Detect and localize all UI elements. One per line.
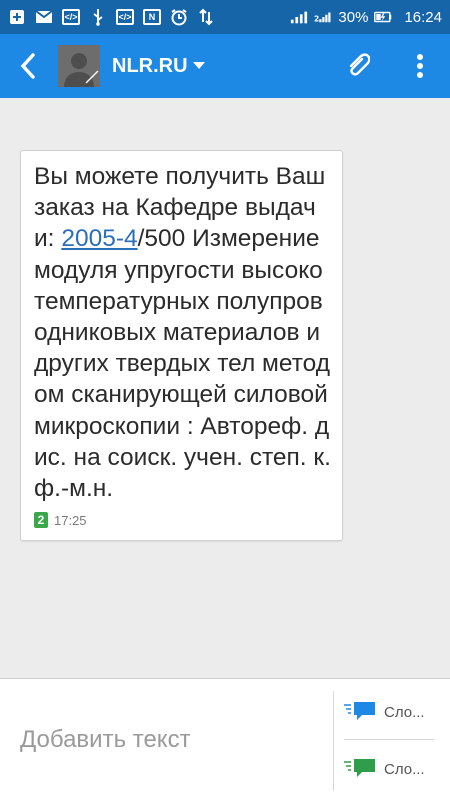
- attach-button[interactable]: [340, 46, 376, 86]
- message-meta: 2 17:25: [34, 512, 332, 529]
- send-sim2-label: Сло...: [384, 760, 425, 778]
- signal-sim1-icon: [290, 8, 308, 26]
- incoming-message-bubble[interactable]: Вы можете получить Ваш заказ на Кафедре …: [20, 150, 343, 542]
- contact-name: NLR.RU: [112, 54, 188, 77]
- send-sim1-label: Сло...: [384, 703, 425, 721]
- code-icon: </>: [62, 9, 80, 25]
- clock: 16:24: [404, 8, 442, 26]
- svg-text:2: 2: [314, 15, 319, 24]
- message-list[interactable]: Вы можете получить Ваш заказ на Кафедре …: [0, 98, 450, 678]
- add-notification-icon: [8, 8, 26, 26]
- code-icon-2: </>: [116, 9, 134, 25]
- contact-name-dropdown[interactable]: NLR.RU: [112, 55, 205, 78]
- message-text: Вы можете получить Ваш заказ на Кафедре …: [34, 161, 332, 504]
- nfc-icon: N: [143, 9, 161, 25]
- message-input[interactable]: [0, 679, 332, 801]
- send-sim1-icon: [344, 702, 375, 720]
- data-transfer-icon: [197, 8, 215, 26]
- more-options-button[interactable]: [402, 46, 438, 86]
- alarm-clock-icon: [170, 8, 188, 26]
- send-divider: [344, 739, 434, 740]
- person-silhouette-icon: [64, 53, 99, 87]
- paperclip-icon: [349, 53, 370, 76]
- message-text-part-2: /500 Измерение модуля упругости высокоте…: [34, 225, 335, 503]
- send-sim2-button[interactable]: Сло...: [344, 747, 440, 791]
- system-status: 2 30% 16:24: [290, 8, 442, 26]
- send-sim2-icon: [344, 759, 375, 777]
- send-sim1-button[interactable]: Сло...: [344, 690, 440, 734]
- gmail-icon: [35, 8, 53, 26]
- sim-slot-badge: 2: [34, 512, 48, 529]
- message-composer: Сло... Сло...: [0, 678, 450, 801]
- dropdown-arrow-icon: [192, 62, 205, 69]
- usb-icon: [89, 8, 107, 26]
- conversation-toolbar: NLR.RU: [0, 34, 450, 98]
- composer-divider: [333, 691, 334, 791]
- notification-icons: </> </> N: [8, 8, 215, 26]
- message-time: 17:25: [54, 512, 87, 528]
- status-bar: </> </> N 2 30% 16:24: [0, 0, 450, 34]
- battery-percent: 30%: [338, 8, 369, 26]
- back-arrow-icon: [20, 53, 35, 79]
- signal-sim2-icon: 2: [314, 8, 332, 26]
- more-vertical-icon: [417, 54, 423, 78]
- contact-avatar[interactable]: [58, 45, 100, 87]
- message-link[interactable]: 2005-4: [61, 225, 137, 252]
- back-button[interactable]: [12, 46, 44, 86]
- battery-charging-icon: [374, 8, 392, 26]
